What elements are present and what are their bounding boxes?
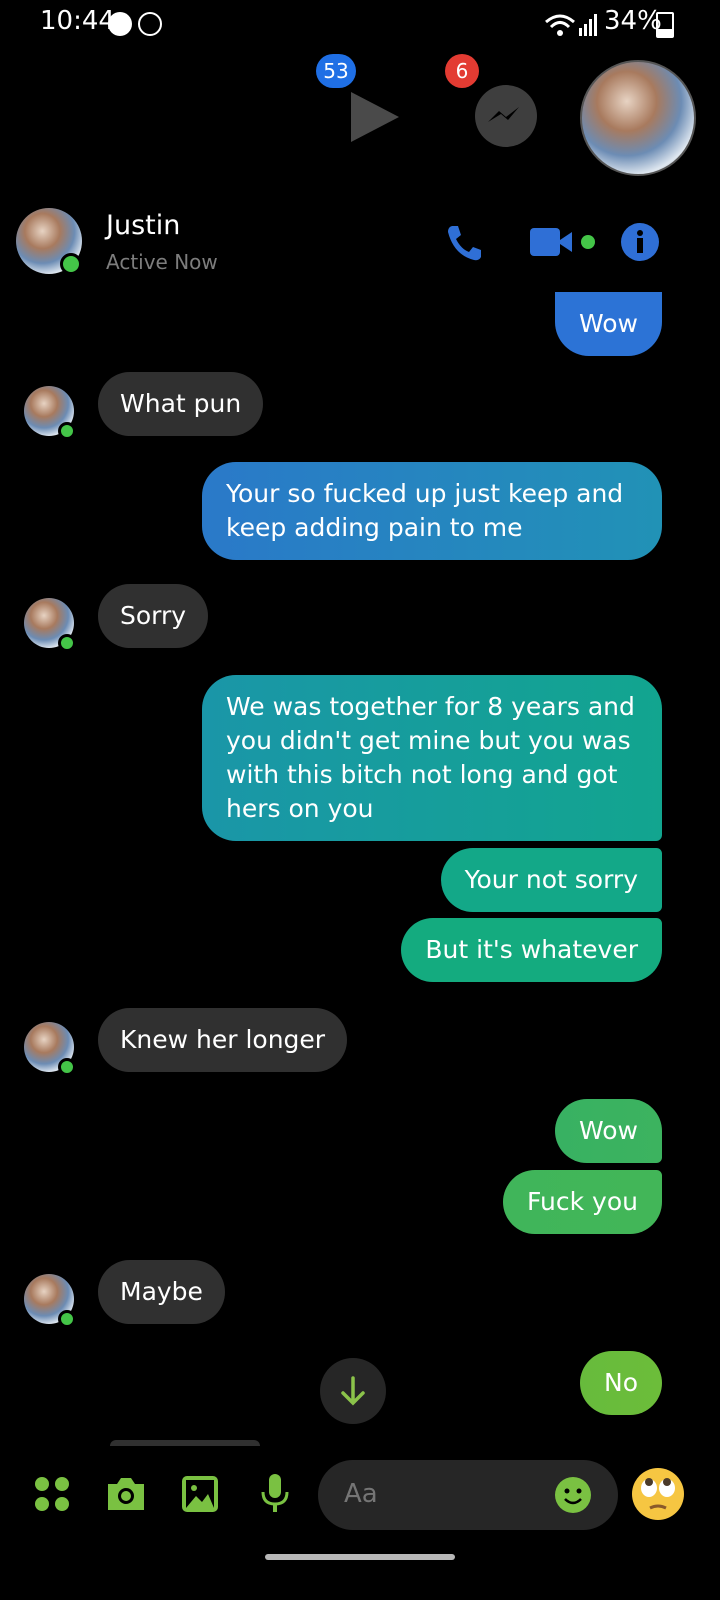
online-indicator xyxy=(58,1310,76,1328)
battery-percent: 34% xyxy=(604,6,662,36)
online-indicator xyxy=(58,422,76,440)
messenger-icon xyxy=(488,107,519,122)
battery-icon xyxy=(656,12,674,38)
message-input[interactable] xyxy=(342,1478,546,1510)
video-chat-head[interactable] xyxy=(333,78,411,156)
emoji-picker-icon[interactable] xyxy=(554,1476,592,1514)
outgoing-message[interactable]: Wow xyxy=(555,1099,662,1163)
online-indicator xyxy=(58,634,76,652)
messenger-notification-icon xyxy=(108,12,132,36)
phone-call-icon[interactable] xyxy=(444,222,484,262)
incoming-message[interactable]: Maybe xyxy=(98,1260,225,1324)
home-indicator[interactable] xyxy=(265,1554,455,1560)
scroll-down-button[interactable] xyxy=(320,1358,386,1424)
signal-icon xyxy=(579,14,597,36)
outgoing-message[interactable]: No xyxy=(580,1351,662,1415)
incoming-message[interactable]: Sorry xyxy=(98,584,209,648)
online-indicator xyxy=(60,253,82,275)
menu-grid-icon[interactable] xyxy=(32,1474,72,1514)
messenger-badge: 6 xyxy=(445,54,479,88)
profile-chat-head[interactable] xyxy=(580,60,696,176)
arrow-down-icon xyxy=(341,1376,365,1406)
messenger-chat-head[interactable] xyxy=(475,85,537,147)
message-composer[interactable] xyxy=(318,1460,618,1530)
outgoing-message[interactable]: We was together for 8 years and you didn… xyxy=(202,675,662,841)
quick-reaction-eyeroll-icon[interactable] xyxy=(630,1466,686,1522)
partial-message xyxy=(110,1440,260,1446)
outgoing-message[interactable]: But it's whatever xyxy=(401,918,662,982)
wifi-icon xyxy=(545,14,575,36)
info-icon[interactable] xyxy=(620,222,660,262)
outgoing-message[interactable]: Fuck you xyxy=(503,1170,662,1234)
camera-icon[interactable] xyxy=(104,1474,148,1514)
gallery-icon[interactable] xyxy=(180,1474,220,1514)
contact-status: Active Now xyxy=(106,250,218,274)
microphone-icon[interactable] xyxy=(258,1472,292,1516)
incoming-message[interactable]: What pun xyxy=(98,372,264,436)
outgoing-message[interactable]: Your not sorry xyxy=(440,848,662,912)
play-icon xyxy=(351,92,399,142)
outgoing-message[interactable]: Wow xyxy=(555,292,662,356)
video-badge: 53 xyxy=(316,54,356,88)
status-time: 10:44 xyxy=(40,6,115,36)
online-indicator xyxy=(58,1058,76,1076)
messenger-outline-icon xyxy=(138,12,162,36)
incoming-message[interactable]: Knew her longer xyxy=(98,1008,348,1072)
video-call-icon[interactable] xyxy=(528,224,598,260)
outgoing-message[interactable]: Your so fucked up just keep and keep add… xyxy=(202,462,662,560)
contact-name[interactable]: Justin xyxy=(106,210,180,241)
